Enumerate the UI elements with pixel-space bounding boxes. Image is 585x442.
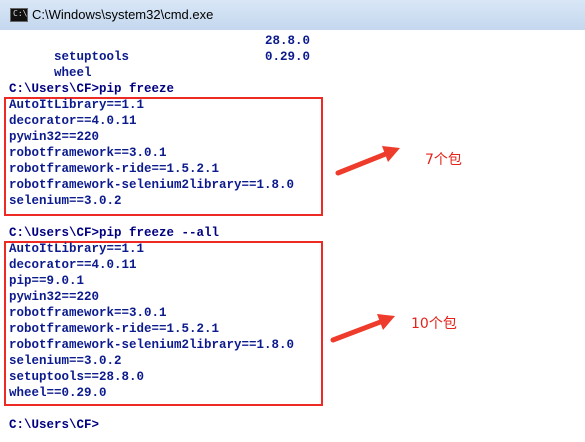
package-line: selenium==3.0.2 [9,354,122,368]
package-line: pip==9.0.1 [9,274,85,288]
command-prompt: C:\Users\CF>pip freeze --all [9,226,220,240]
list-item: setuptools 28.8.0 [54,34,311,64]
annotation-note: 10个包 [411,316,457,332]
window-title: C:\Windows\system32\cmd.exe [32,7,214,22]
cmd-icon: C:\ [10,8,28,22]
package-line: AutoItLibrary==1.1 [9,242,145,256]
package-line: wheel==0.29.0 [9,386,107,400]
package-line: AutoItLibrary==1.1 [9,98,145,112]
arrow-icon [330,314,395,343]
annotation-note: 7个包 [425,152,462,168]
package-line: pywin32==220 [9,290,100,304]
package-line: robotframework-ride==1.5.2.1 [9,162,220,176]
list-item: wheel 0.29.0 [54,50,311,80]
command-prompt: C:\Users\CF> [9,418,100,432]
title-bar[interactable]: C:\ C:\Windows\system32\cmd.exe [0,0,585,31]
arrow-icon [335,146,400,176]
console-area[interactable]: setuptools 28.8.0 wheel 0.29.0 C:\Users\CF… [0,30,585,442]
package-line: setuptools==28.8.0 [9,370,145,384]
package-line: selenium==3.0.2 [9,194,122,208]
package-line: decorator==4.0.11 [9,258,137,272]
cmd-window: C:\ C:\Windows\system32\cmd.exe setuptoo… [0,0,585,442]
package-line: robotframework-ride==1.5.2.1 [9,322,220,336]
package-line: pywin32==220 [9,130,100,144]
command-prompt: C:\Users\CF>pip freeze [9,82,175,96]
package-line: robotframework==3.0.1 [9,146,167,160]
package-line: robotframework==3.0.1 [9,306,167,320]
package-line: robotframework-selenium2library==1.8.0 [9,338,295,352]
package-line: decorator==4.0.11 [9,114,137,128]
package-line: robotframework-selenium2library==1.8.0 [9,178,295,192]
